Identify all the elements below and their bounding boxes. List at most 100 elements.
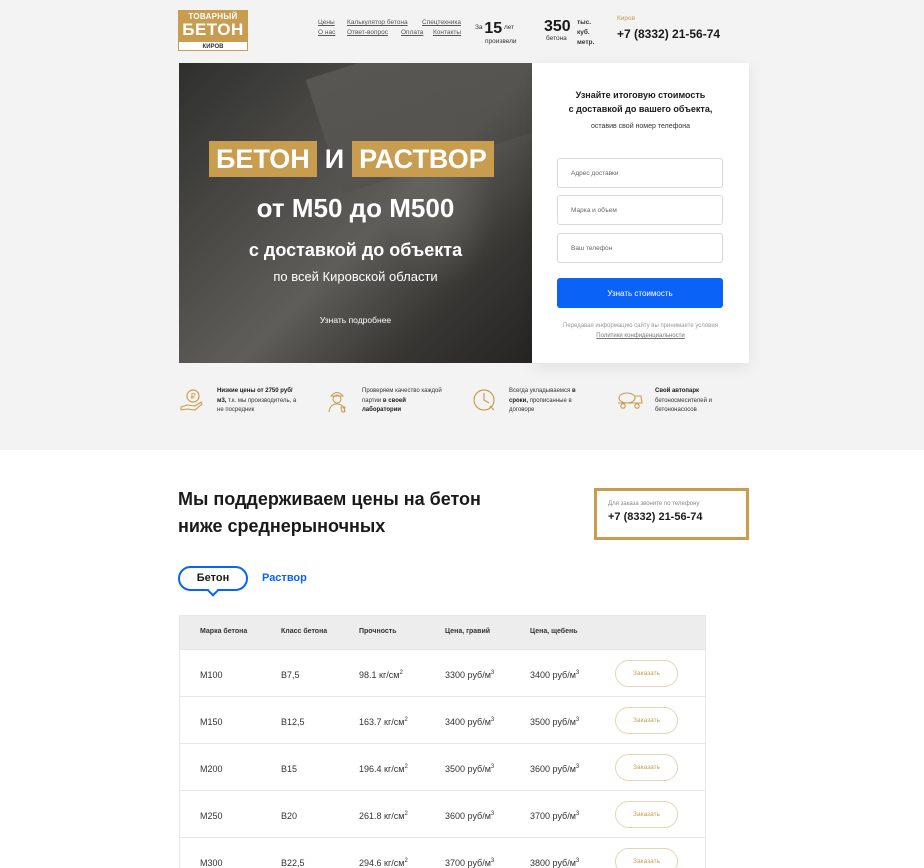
hero-headline: БЕТОН И РАСТВОР	[209, 141, 494, 177]
table-row: М100 В7,5 98.1 кг/см2 3300 руб/м3 3400 руб/м…	[180, 649, 705, 696]
hero-more-link[interactable]: Узнать подробнее	[179, 315, 532, 325]
cell-price-crushed-unit: руб/м	[552, 811, 576, 821]
cell-price-gravel-unit: руб/м	[467, 764, 491, 774]
order-button[interactable]: Заказать	[615, 801, 678, 828]
cell-brand-value: М200	[200, 764, 223, 774]
cell-class: В15	[281, 764, 297, 774]
stat-years: За 15 лет произвели	[475, 20, 517, 45]
cell-strength: 261.8 кг/см2	[359, 811, 408, 821]
table-header: Марка бетона Класс бетона Прочность Цена…	[180, 616, 705, 649]
feature-low-price: ₽ Низкие цены от 2750 руб/м3, т.к. мы пр…	[179, 387, 297, 416]
order-button[interactable]: Заказать	[615, 707, 678, 734]
order-phone-number[interactable]: +7 (8332) 21-56-74	[608, 511, 746, 523]
hero-tag-concrete: БЕТОН	[209, 141, 317, 177]
svg-text:₽: ₽	[191, 392, 196, 401]
cell-strength-unit-exp: 2	[404, 717, 408, 723]
cell-strength: 196.4 кг/см2	[359, 764, 408, 774]
cell-strength-unit-exp: 2	[404, 858, 408, 864]
cell-brand-value: М300	[200, 858, 223, 868]
cell-class: В22,5	[281, 858, 305, 868]
logo[interactable]: ТОВАРНЫЙ БЕТОН КИРОВ	[178, 10, 248, 51]
cell-brand: М150	[200, 717, 223, 727]
cell-class-value: В7,5	[281, 670, 300, 680]
feature-low-price-text: Низкие цены от 2750 руб/м3, т.к. мы прои…	[217, 387, 297, 416]
col-class: Класс бетона	[281, 628, 328, 635]
cell-strength-unit-exp: 2	[399, 670, 403, 676]
cell-class-value: В15	[281, 764, 298, 774]
tab-concrete-label: Бетон	[196, 572, 230, 584]
cell-strength-unit-exp: 2	[404, 811, 408, 817]
cell-price-crushed: 3400 руб/м3	[530, 670, 579, 680]
cell-price-crushed: 3700 руб/м3	[530, 811, 579, 821]
address-input[interactable]	[557, 158, 723, 188]
get-price-button[interactable]: Узнать стоимость	[557, 278, 723, 308]
col-price-crushed: Цена, щебень	[530, 628, 578, 635]
cell-price-gravel: 3700 руб/м3	[445, 858, 494, 868]
table-row: М150 В12,5 163.7 кг/см2 3400 руб/м3 3500 руб…	[180, 696, 705, 743]
order-button[interactable]: Заказать	[615, 660, 678, 687]
nav-link-calculator[interactable]: Калькулятор бетона	[347, 19, 408, 26]
cell-brand: М100	[200, 670, 223, 680]
nav-link-contacts[interactable]: Контакты	[433, 29, 461, 36]
order-phone-note: Для заказа звоните по телефону	[608, 501, 700, 507]
cell-price-crushed-value: 3600	[530, 764, 551, 774]
tab-active-arrow	[207, 585, 219, 597]
form-title: Узнайте итоговую стоимость с доставкой д…	[532, 88, 749, 116]
cell-price-gravel: 3600 руб/м3	[445, 811, 494, 821]
brand-volume-input[interactable]	[557, 195, 723, 225]
phone-input[interactable]	[557, 233, 723, 263]
header-phone[interactable]: +7 (8332) 21-56-74	[617, 27, 720, 41]
cell-class-value: В12,5	[281, 717, 305, 727]
cell-brand: М300	[200, 858, 223, 868]
table-body: М100 В7,5 98.1 кг/см2 3300 руб/м3 3400 руб/м…	[180, 649, 705, 868]
cell-brand: М250	[200, 811, 223, 821]
feature-fleet-bold: Свой автопарк	[655, 388, 700, 394]
cell-price-gravel: 3500 руб/м3	[445, 764, 494, 774]
cell-price-gravel-unit-exp: 3	[490, 764, 495, 770]
cell-strength-unit: кг/см	[384, 717, 405, 727]
cell-price-crushed-unit-exp: 3	[575, 764, 580, 770]
nav-link-about[interactable]: О нас	[318, 29, 335, 36]
cell-price-gravel-value: 3300	[445, 670, 466, 680]
price-request-form: Узнайте итоговую стоимость с доставкой д…	[532, 63, 749, 363]
hero-banner: БЕТОН И РАСТВОР от М50 до М500 с доставк…	[179, 63, 532, 363]
feature-lab-text: Проверяем качество каждой партии в своей…	[362, 387, 442, 416]
nav-link-machinery[interactable]: Спецтехника	[422, 19, 461, 26]
tab-concrete[interactable]: Бетон	[178, 566, 248, 597]
stat-years-unit: лет	[503, 24, 515, 31]
stat-volume-unit3: метр.	[577, 39, 595, 46]
lab-worker-icon	[328, 391, 346, 413]
cell-price-gravel-unit: руб/м	[467, 670, 491, 680]
cell-class-value: В22,5	[281, 858, 305, 868]
cell-price-crushed-unit: руб/м	[552, 717, 576, 727]
col-strength: Прочность	[359, 628, 397, 635]
nav-link-prices[interactable]: Цены	[318, 19, 335, 26]
logo-line2: БЕТОН	[182, 20, 244, 39]
order-button[interactable]: Заказать	[615, 848, 678, 868]
stat-volume-unit1: тыс.	[577, 19, 592, 26]
privacy-policy-link[interactable]: Политики конфиденциальности	[596, 333, 684, 339]
tab-mortar[interactable]: Раствор	[262, 572, 307, 584]
mixer-truck-icon	[618, 392, 643, 409]
cell-strength-unit: кг/см	[384, 764, 405, 774]
cell-brand-value: М100	[200, 670, 223, 680]
nav-link-payment[interactable]: Оплата	[401, 29, 423, 36]
clock-icon	[473, 389, 495, 411]
header-contact: Киров +7 (8332) 21-56-74	[617, 15, 720, 41]
cell-strength-value: 163.7	[359, 717, 382, 727]
cell-price-gravel-value: 3700	[445, 858, 466, 868]
order-button[interactable]: Заказать	[615, 754, 678, 781]
cell-price-crushed-value: 3500	[530, 717, 551, 727]
cell-price-crushed-unit-exp: 3	[575, 811, 580, 817]
order-phone-box: Для заказа звоните по телефону +7 (8332)…	[594, 488, 749, 540]
cell-strength-value: 98.1	[359, 670, 377, 680]
stat-years-num: 15	[484, 20, 503, 37]
nav-link-faq[interactable]: Ответ-вопрос	[347, 29, 388, 36]
col-brand: Марка бетона	[200, 628, 248, 635]
cell-price-gravel: 3400 руб/м3	[445, 717, 494, 727]
cell-price-gravel-value: 3600	[445, 811, 466, 821]
cell-strength: 98.1 кг/см2	[359, 670, 403, 680]
hero-grade-range: от М50 до М500	[256, 193, 455, 223]
cell-price-gravel-unit-exp: 3	[490, 670, 495, 676]
feature-fleet-text: Свой автопарк бетоносмесителей и бетонон…	[655, 387, 735, 416]
